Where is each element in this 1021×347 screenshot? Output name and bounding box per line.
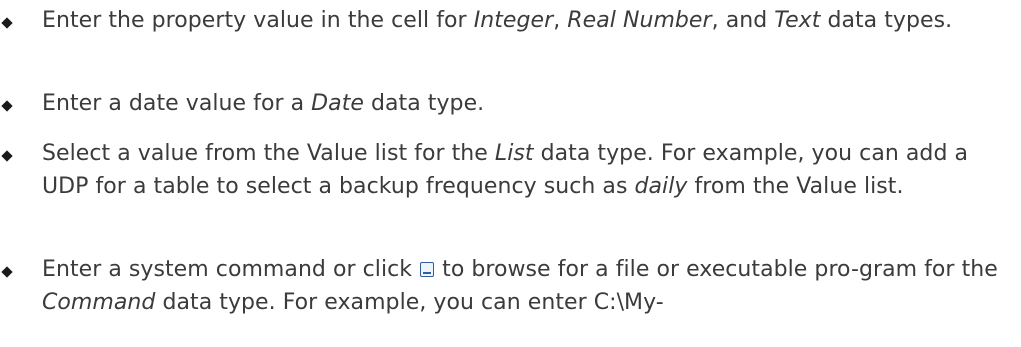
bullet-text: Enter the property value in the cell for… (42, 8, 953, 33)
bullet-text: Enter a system command or click to brows… (42, 257, 998, 315)
list-item: Enter a system command or click to brows… (0, 253, 1010, 347)
bullet-diamond-icon (1, 17, 13, 29)
bullet-text: Select a value from the Value list for t… (42, 141, 969, 199)
bullet-diamond-icon (1, 150, 13, 162)
list-item: Enter the property value in the cell for… (0, 4, 1010, 70)
bullet-text: Enter a date value for a Date data type. (42, 91, 485, 116)
bullet-diamond-icon (1, 266, 13, 278)
bullet-diamond-icon (1, 100, 13, 112)
list-item: Select a value from the Value list for t… (0, 137, 1010, 236)
browse-icon[interactable] (420, 262, 435, 277)
list-item: Enter a date value for a Date data type. (0, 87, 1010, 120)
